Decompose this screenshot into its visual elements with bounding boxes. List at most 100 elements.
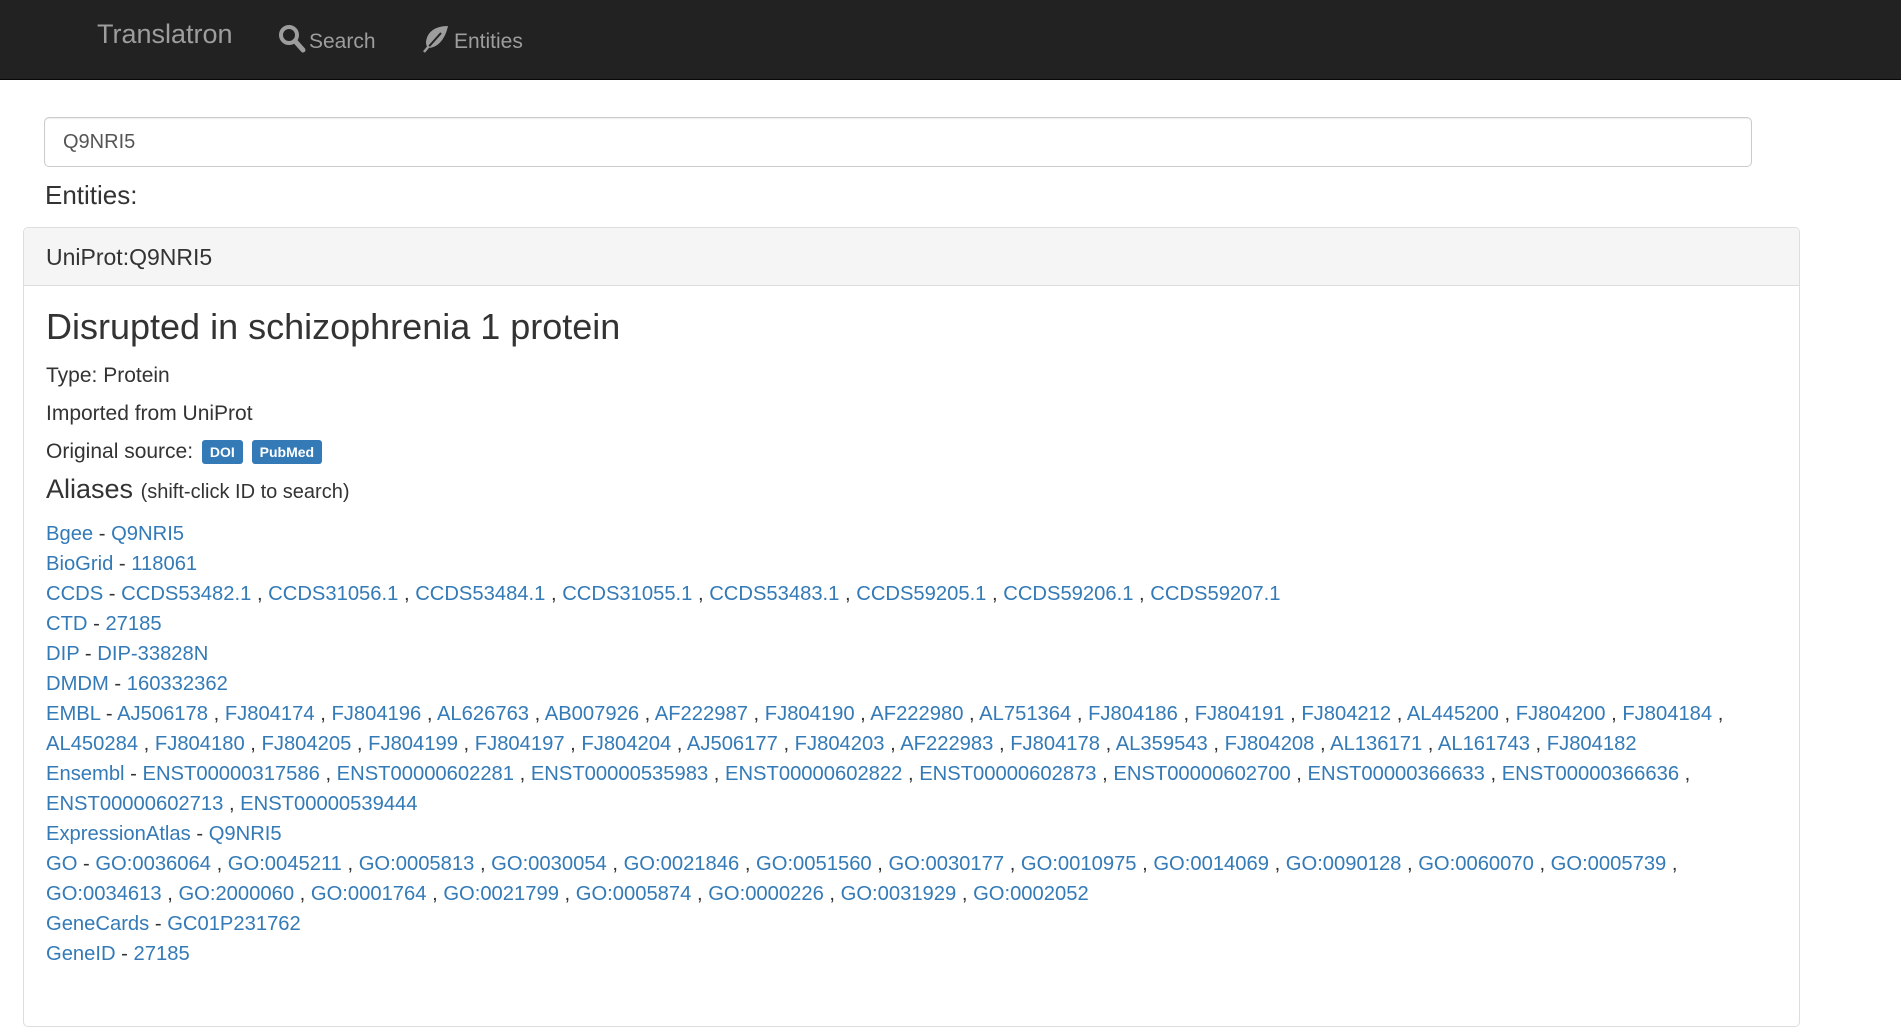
alias-id-link[interactable]: FJ804182	[1547, 733, 1637, 755]
alias-db-link[interactable]: GO	[46, 853, 77, 875]
alias-id-link[interactable]: GO:0034613	[46, 883, 162, 905]
alias-id-link[interactable]: GO:0021846	[624, 853, 740, 875]
alias-db-link[interactable]: CTD	[46, 613, 88, 635]
pubmed-badge[interactable]: PubMed	[251, 440, 323, 465]
alias-db-link[interactable]: BioGrid	[46, 553, 113, 575]
alias-id-link[interactable]: AL450284	[46, 733, 138, 755]
alias-id-link[interactable]: AL626763	[437, 703, 529, 725]
alias-id-link[interactable]: FJ804212	[1301, 703, 1391, 725]
alias-id-link[interactable]: CCDS59207.1	[1150, 583, 1280, 605]
alias-id-link[interactable]: ENST00000602873	[919, 763, 1096, 785]
alias-id-link[interactable]: FJ804208	[1225, 733, 1315, 755]
nav-entities-link[interactable]: Entities	[421, 20, 523, 54]
alias-id-link[interactable]: GO:0051560	[756, 853, 872, 875]
alias-id-link[interactable]: FJ804184	[1622, 703, 1712, 725]
search-icon	[279, 25, 306, 53]
alias-id-link[interactable]: DIP-33828N	[97, 643, 208, 665]
alias-db-link[interactable]: EMBL	[46, 703, 100, 725]
alias-id-link[interactable]: FJ804186	[1088, 703, 1178, 725]
alias-id-link[interactable]: 118061	[131, 553, 197, 575]
alias-id-link[interactable]: GO:0000226	[708, 883, 824, 905]
alias-id-link[interactable]: FJ804174	[225, 703, 315, 725]
alias-row: Bgee - Q9NRI5	[46, 523, 185, 546]
alias-id-link[interactable]: FJ804203	[795, 733, 885, 755]
alias-id-link[interactable]: 160332362	[127, 673, 228, 695]
alias-db-link[interactable]: CCDS	[46, 583, 103, 605]
alias-id-link[interactable]: CCDS31056.1	[268, 583, 398, 605]
alias-id-link[interactable]: FJ804178	[1010, 733, 1100, 755]
aliases-hint: (shift-click ID to search)	[140, 481, 350, 504]
alias-db-link[interactable]: Bgee	[46, 523, 93, 545]
alias-id-link[interactable]: AF222983	[900, 733, 993, 755]
alias-id-link[interactable]: GO:0045211	[228, 853, 342, 875]
alias-id-link[interactable]: GO:0021799	[443, 883, 559, 905]
alias-id-link[interactable]: FJ804190	[765, 703, 855, 725]
alias-id-link[interactable]: GO:0005739	[1551, 853, 1667, 875]
alias-id-link[interactable]: 27185	[105, 613, 161, 635]
alias-id-link[interactable]: AL161743	[1438, 733, 1530, 755]
alias-id-link[interactable]: CCDS59206.1	[1003, 583, 1133, 605]
alias-id-link[interactable]: GO:0090128	[1286, 853, 1402, 875]
alias-id-link[interactable]: AL136171	[1330, 733, 1422, 755]
alias-id-link[interactable]: AF222987	[655, 703, 748, 725]
alias-id-link[interactable]: GO:0005813	[359, 853, 475, 875]
alias-id-link[interactable]: FJ804197	[475, 733, 565, 755]
alias-id-link[interactable]: Q9NRI5	[111, 523, 184, 545]
alias-db-link[interactable]: ExpressionAtlas	[46, 823, 191, 845]
alias-id-link[interactable]: AJ506178	[117, 703, 208, 725]
alias-id-link[interactable]: CCDS53482.1	[121, 583, 251, 605]
alias-id-link[interactable]: FJ804204	[581, 733, 671, 755]
alias-id-link[interactable]: AF222980	[870, 703, 963, 725]
alias-id-link[interactable]: ENST00000602713	[46, 793, 223, 815]
search-input[interactable]	[44, 117, 1752, 167]
alias-db-link[interactable]: Ensembl	[46, 763, 125, 785]
alias-id-link[interactable]: AL445200	[1407, 703, 1499, 725]
alias-id-link[interactable]: FJ804196	[331, 703, 421, 725]
alias-id-link[interactable]: GO:0005874	[576, 883, 692, 905]
alias-id-link[interactable]: AL359543	[1116, 733, 1208, 755]
alias-id-link[interactable]: FJ804191	[1195, 703, 1285, 725]
alias-id-link[interactable]: GO:0031929	[841, 883, 957, 905]
alias-row: BioGrid - 118061	[46, 553, 198, 576]
alias-id-link[interactable]: ENST00000602700	[1113, 763, 1290, 785]
alias-id-link[interactable]: CCDS59205.1	[856, 583, 986, 605]
alias-id-link[interactable]: AL751364	[979, 703, 1071, 725]
alias-id-link[interactable]: GO:0001764	[311, 883, 427, 905]
alias-id-link[interactable]: GO:2000060	[178, 883, 294, 905]
alias-id-link[interactable]: Q9NRI5	[209, 823, 282, 845]
alias-id-link[interactable]: GO:0060070	[1418, 853, 1534, 875]
alias-id-link[interactable]: GO:0002052	[973, 883, 1089, 905]
alias-id-link[interactable]: ENST00000366636	[1502, 763, 1679, 785]
alias-id-link[interactable]: AJ506177	[687, 733, 778, 755]
alias-db-link[interactable]: DIP	[46, 643, 79, 665]
alias-db-link[interactable]: DMDM	[46, 673, 109, 695]
alias-id-link[interactable]: CCDS31055.1	[562, 583, 692, 605]
alias-id-link[interactable]: GC01P231762	[167, 913, 301, 935]
alias-id-link[interactable]: CCDS53484.1	[415, 583, 545, 605]
alias-id-link[interactable]: ENST00000539444	[240, 793, 417, 815]
alias-id-link[interactable]: GO:0014069	[1153, 853, 1269, 875]
alias-id-link[interactable]: ENST00000317586	[143, 763, 320, 785]
alias-id-link[interactable]: ENST00000535983	[531, 763, 708, 785]
alias-db-link[interactable]: GeneCards	[46, 913, 149, 935]
alias-id-link[interactable]: ENST00000602281	[337, 763, 514, 785]
alias-id-link[interactable]: ENST00000602822	[725, 763, 902, 785]
alias-id-link[interactable]: FJ804180	[155, 733, 245, 755]
brand-link[interactable]: Translatron	[97, 19, 233, 50]
nav-search-link[interactable]: Search	[278, 20, 376, 54]
entity-type: Type: Protein	[46, 364, 170, 387]
doi-badge[interactable]: DOI	[201, 440, 243, 465]
alias-id-link[interactable]: FJ804205	[262, 733, 352, 755]
alias-db-link[interactable]: GeneID	[46, 943, 116, 965]
alias-id-link[interactable]: GO:0030054	[491, 853, 607, 875]
alias-id-link[interactable]: FJ804199	[368, 733, 458, 755]
alias-id-link[interactable]: GO:0036064	[95, 853, 211, 875]
alias-id-link[interactable]: GO:0010975	[1021, 853, 1137, 875]
alias-id-link[interactable]: FJ804200	[1516, 703, 1606, 725]
original-source-row: Original source: DOI PubMed	[46, 440, 1777, 465]
alias-id-link[interactable]: GO:0030177	[888, 853, 1004, 875]
alias-id-link[interactable]: ENST00000366633	[1308, 763, 1485, 785]
alias-id-link[interactable]: AB007926	[545, 703, 639, 725]
alias-id-link[interactable]: CCDS53483.1	[709, 583, 839, 605]
alias-id-link[interactable]: 27185	[134, 943, 190, 965]
